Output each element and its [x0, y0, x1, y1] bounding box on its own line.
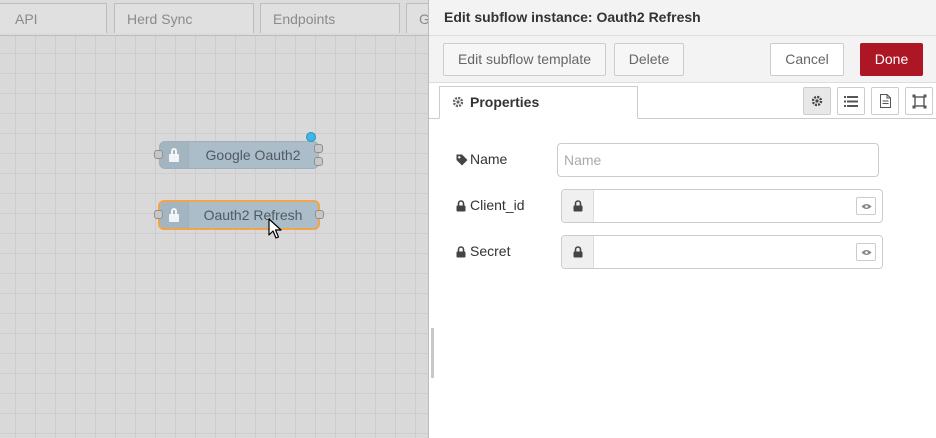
name-label-text: Name: [470, 151, 508, 167]
done-button[interactable]: Done: [860, 43, 923, 76]
tab-g-label: G: [419, 11, 428, 27]
cancel-button[interactable]: Cancel: [770, 43, 844, 76]
tab-properties-label: Properties: [470, 94, 540, 110]
edit-subflow-template-button[interactable]: Edit subflow template: [443, 43, 606, 76]
document-icon: [880, 94, 891, 108]
lock-icon: [562, 190, 594, 222]
changed-indicator: [306, 132, 316, 142]
tab-endpoints[interactable]: Endpoints: [260, 3, 400, 33]
client-id-label-text: Client_id: [470, 197, 525, 213]
tab-description-button[interactable]: [871, 87, 899, 115]
tab-endpoints-label: Endpoints: [273, 11, 336, 27]
tab-g[interactable]: G: [406, 3, 428, 33]
client-id-label: Client_id: [456, 197, 525, 213]
lock-icon: [562, 236, 594, 268]
lock-icon: [160, 202, 189, 228]
tab-appearance-button[interactable]: [905, 87, 933, 115]
secret-label-text: Secret: [470, 243, 511, 259]
list-icon: [844, 96, 858, 107]
lock-icon: [456, 200, 466, 212]
gear-icon: [811, 95, 823, 107]
tab-api[interactable]: API: [0, 3, 107, 33]
secret-label: Secret: [456, 243, 511, 259]
flow-canvas[interactable]: [0, 36, 428, 438]
show-password-toggle[interactable]: [856, 197, 876, 215]
eye-icon: [861, 204, 872, 209]
show-password-toggle[interactable]: [856, 243, 876, 261]
frame-icon: [912, 94, 927, 109]
node-label: Google Oauth2: [205, 147, 301, 163]
lock-icon: [160, 142, 189, 168]
output-port[interactable]: [315, 210, 324, 219]
input-port[interactable]: [154, 150, 163, 159]
tray-toolbar: Edit subflow template Delete Cancel Done: [429, 36, 936, 83]
tray-resize-handle[interactable]: [431, 328, 434, 378]
tab-herd-sync-label: Herd Sync: [127, 11, 193, 27]
mouse-cursor-icon: [268, 218, 282, 239]
tab-properties[interactable]: Properties: [439, 86, 638, 119]
node-label: Oauth2 Refresh: [203, 207, 303, 223]
output-port[interactable]: [314, 157, 323, 166]
eye-icon: [861, 250, 872, 255]
edit-tray: Edit subflow instance: Oauth2 Refresh Ed…: [428, 0, 936, 438]
gear-icon: [452, 96, 464, 108]
lock-icon: [456, 246, 466, 258]
name-input[interactable]: [557, 143, 879, 177]
node-oauth2-refresh[interactable]: Oauth2 Refresh: [158, 200, 320, 230]
tab-settings-button[interactable]: [803, 87, 831, 115]
tray-tabs: Properties: [429, 83, 936, 119]
tag-icon: [456, 154, 468, 166]
workspace: API Herd Sync Endpoints G Google Oauth2 …: [0, 0, 428, 438]
tab-info-button[interactable]: [837, 87, 865, 115]
node-google-oauth2[interactable]: Google Oauth2: [159, 141, 319, 169]
secret-field[interactable]: [561, 235, 883, 269]
tray-title: Edit subflow instance: Oauth2 Refresh: [429, 0, 936, 36]
delete-button[interactable]: Delete: [614, 43, 684, 76]
output-port[interactable]: [314, 144, 323, 153]
workspace-tabbar: API Herd Sync Endpoints G: [0, 0, 428, 36]
name-label: Name: [456, 151, 508, 167]
client-id-field[interactable]: [561, 189, 883, 223]
tab-api-label: API: [15, 11, 38, 27]
tab-herd-sync[interactable]: Herd Sync: [114, 3, 254, 33]
input-port[interactable]: [154, 210, 163, 219]
